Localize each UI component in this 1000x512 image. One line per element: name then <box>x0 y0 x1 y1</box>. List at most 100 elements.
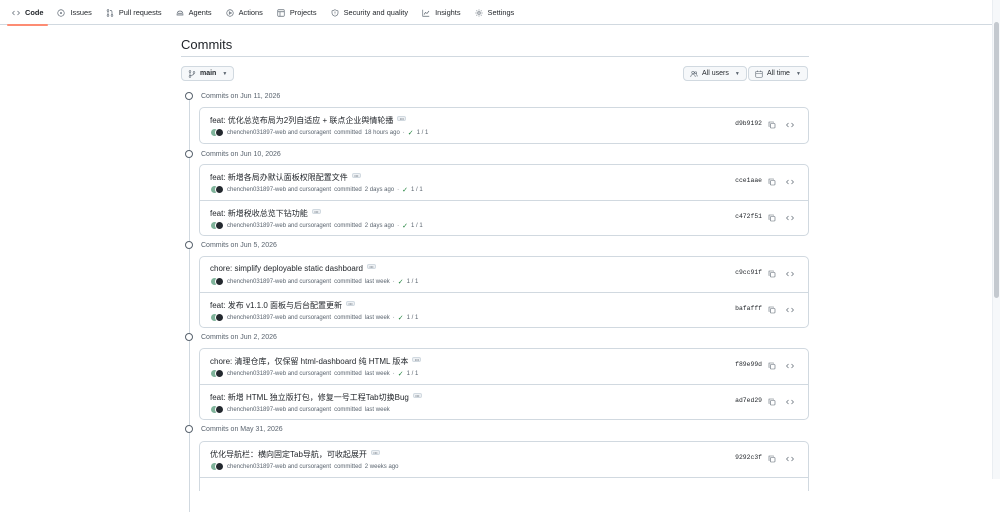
check-count[interactable]: 1 / 1 <box>411 187 423 193</box>
separator: · <box>402 129 405 136</box>
check-icon[interactable]: ✓ <box>402 222 408 230</box>
avatar-stack[interactable] <box>210 185 224 194</box>
tab-label: Actions <box>238 8 263 17</box>
commit-message-link[interactable]: chore: 清理仓库，仅保留 html-dashboard 纯 HTML 版本 <box>210 356 408 367</box>
browse-repo-button[interactable] <box>784 396 796 408</box>
check-count[interactable]: 1 / 1 <box>417 130 429 136</box>
copy-sha-button[interactable] <box>766 176 778 188</box>
issue-icon <box>57 8 66 17</box>
avatar-stack[interactable] <box>210 128 224 137</box>
avatar-stack[interactable] <box>210 405 224 414</box>
copy-sha-button[interactable] <box>766 212 778 224</box>
branch-select-button[interactable]: main ▼ <box>181 66 235 81</box>
commit-message-link[interactable]: feat: 新增税收总览下钻功能 <box>210 208 308 219</box>
commit-sha-link[interactable]: c9cc91f <box>735 269 762 276</box>
commit-message-link[interactable]: feat: 新增 HTML 独立版打包，修复一号工程Tab切换Bug <box>210 392 409 403</box>
commit-message-link[interactable]: feat: 优化总览布局为2列自适应 + 联点企业舆情轮播 <box>210 115 393 126</box>
copy-sha-button[interactable] <box>766 304 778 316</box>
check-count[interactable]: 1 / 1 <box>407 315 419 321</box>
pull-request-icon <box>106 8 114 17</box>
check-count[interactable]: 1 / 1 <box>407 371 419 377</box>
tab-settings[interactable]: Settings <box>468 0 522 25</box>
commit-authors[interactable]: chenchen031897-web and cursoragent <box>227 407 331 413</box>
copy-sha-button[interactable] <box>766 396 778 408</box>
commit-authors[interactable]: chenchen031897-web and cursoragent <box>227 371 331 377</box>
commit-authors[interactable]: chenchen031897-web and cursoragent <box>227 315 331 321</box>
commit-authors[interactable]: chenchen031897-web and cursoragent <box>227 130 331 136</box>
check-icon[interactable]: ✓ <box>398 278 404 286</box>
commit-sha-link[interactable]: f89e99d <box>735 361 762 368</box>
tab-projects[interactable]: Projects <box>270 0 324 25</box>
commit-sha-link[interactable]: bafafff <box>735 305 762 312</box>
commit-message-link[interactable]: feat: 新增各局办默认面板权限配置文件 <box>210 172 348 183</box>
page-scrollbar[interactable] <box>992 0 1000 479</box>
check-count[interactable]: 1 / 1 <box>407 279 419 285</box>
browse-repo-button[interactable] <box>784 304 796 316</box>
commit-verb: committed <box>334 129 362 136</box>
copy-icon <box>768 398 776 406</box>
tab-issues[interactable]: Issues <box>50 0 98 25</box>
browse-repo-button[interactable] <box>784 119 796 131</box>
commit-sha-link[interactable]: ad7ed29 <box>735 397 762 404</box>
copy-sha-button[interactable] <box>766 119 778 131</box>
expand-message-button[interactable]: ••• <box>370 450 380 455</box>
commit-time: 2 weeks ago <box>364 463 399 470</box>
commit-message-link[interactable]: 优化导航栏：横向固定Tab导航，可收起展开 <box>210 449 367 460</box>
tab-actions[interactable]: Actions <box>219 0 270 25</box>
browse-repo-button[interactable] <box>784 453 796 465</box>
code-icon <box>786 215 794 221</box>
time-filter-button[interactable]: All time ▼ <box>748 66 808 81</box>
check-icon[interactable]: ✓ <box>398 370 404 378</box>
tab-insights[interactable]: Insights <box>415 0 467 25</box>
repo-nav: Code Issues Pull requests Agents Actions… <box>0 0 1000 26</box>
commit-sha-link[interactable]: c472f51 <box>735 213 762 220</box>
scrollbar-thumb[interactable] <box>994 22 999 298</box>
expand-message-button[interactable]: ••• <box>351 173 361 178</box>
tab-code[interactable]: Code <box>5 0 50 26</box>
browse-repo-button[interactable] <box>784 212 796 224</box>
expand-message-button[interactable]: ••• <box>366 264 376 269</box>
tab-agents[interactable]: Agents <box>169 0 219 25</box>
gear-icon <box>475 9 483 16</box>
avatar-stack[interactable] <box>210 369 224 378</box>
avatar <box>215 221 224 230</box>
commit-authors[interactable]: chenchen031897-web and cursoragent <box>227 464 331 470</box>
group-date: Commits on May 31, 2026 <box>201 425 283 433</box>
commit-message-link[interactable]: chore: simplify deployable static dashbo… <box>210 264 363 273</box>
commit-message-link[interactable]: feat: 发布 v1.1.0 面板与后台配置更新 <box>210 300 342 311</box>
commit-authors[interactable]: chenchen031897-web and cursoragent <box>227 223 331 229</box>
copy-sha-button[interactable] <box>766 360 778 372</box>
commit-sha-link[interactable]: d9b9192 <box>735 120 762 127</box>
expand-message-button[interactable]: ••• <box>346 301 356 306</box>
avatar-stack[interactable] <box>210 462 224 471</box>
caret-down-icon: ▼ <box>795 70 801 77</box>
tab-security[interactable]: Security and quality <box>324 0 416 25</box>
commit-sha-link[interactable]: cce1aae <box>735 177 762 184</box>
expand-message-button[interactable]: ••• <box>397 116 407 121</box>
copy-sha-button[interactable] <box>766 268 778 280</box>
avatar <box>215 313 224 322</box>
browse-repo-button[interactable] <box>784 360 796 372</box>
expand-message-button[interactable]: ••• <box>412 393 422 398</box>
people-icon <box>690 70 698 77</box>
users-filter-button[interactable]: All users ▼ <box>683 66 747 81</box>
commit-verb: committed <box>334 278 362 285</box>
check-icon[interactable]: ✓ <box>398 314 404 322</box>
commit-authors[interactable]: chenchen031897-web and cursoragent <box>227 279 331 285</box>
expand-message-button[interactable]: ••• <box>311 209 321 214</box>
browse-repo-button[interactable] <box>784 176 796 188</box>
commit-sha-link[interactable]: 9292c3f <box>735 454 762 461</box>
commit-row: feat: 新增税收总览下钻功能 ••• chenchen031897-web a… <box>200 200 808 235</box>
avatar-stack[interactable] <box>210 313 224 322</box>
copy-sha-button[interactable] <box>766 453 778 465</box>
avatar-stack[interactable] <box>210 221 224 230</box>
browse-repo-button[interactable] <box>784 268 796 280</box>
avatar-stack[interactable] <box>210 277 224 286</box>
group-date: Commits on Jun 2, 2026 <box>201 333 277 341</box>
commit-authors[interactable]: chenchen031897-web and cursoragent <box>227 187 331 193</box>
check-icon[interactable]: ✓ <box>408 129 414 137</box>
tab-pull-requests[interactable]: Pull requests <box>99 0 169 25</box>
check-count[interactable]: 1 / 1 <box>411 223 423 229</box>
check-icon[interactable]: ✓ <box>402 186 408 194</box>
expand-message-button[interactable]: ••• <box>412 357 422 362</box>
